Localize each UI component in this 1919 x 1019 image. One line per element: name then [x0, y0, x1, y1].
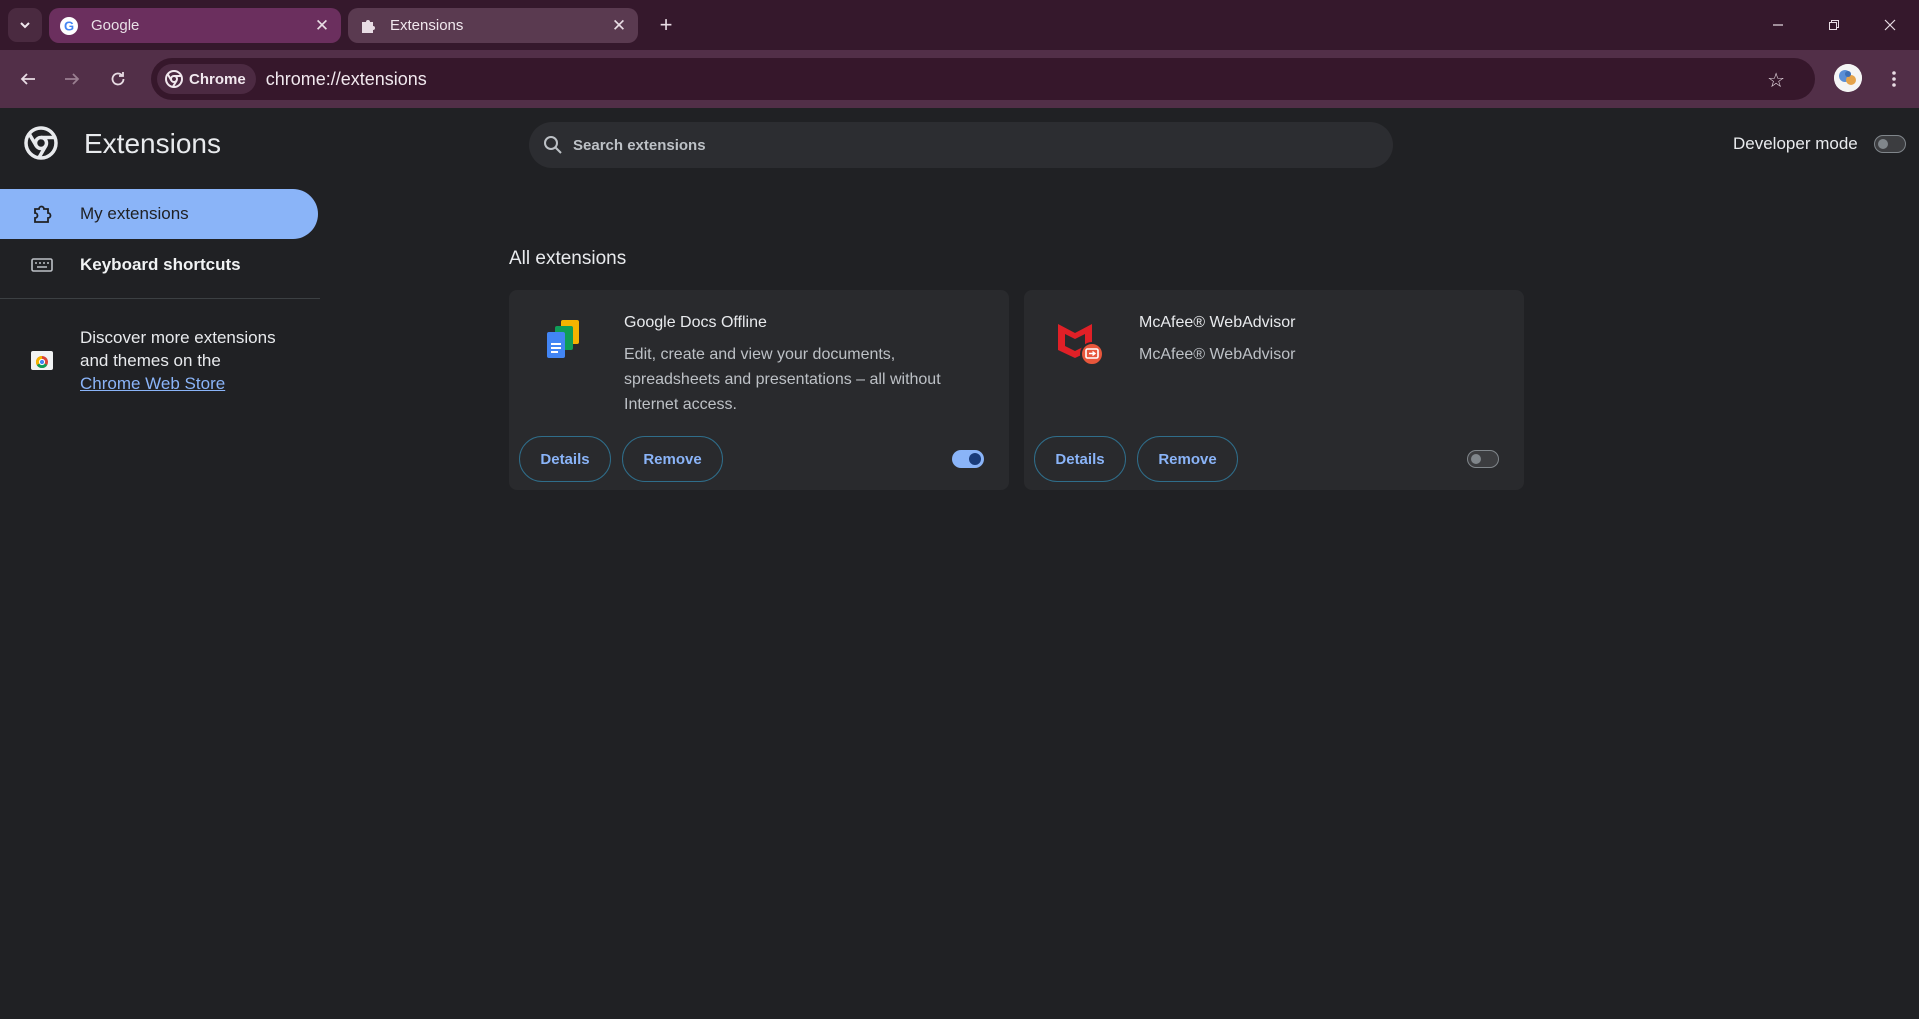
details-button[interactable]: Details [1034, 436, 1126, 482]
extension-icon [30, 203, 54, 225]
keyboard-icon [30, 257, 54, 273]
extension-name: Google Docs Offline [624, 314, 767, 331]
tab-title: Extensions [390, 17, 464, 34]
chrome-web-store-link[interactable]: Chrome Web Store [80, 374, 225, 393]
section-title: All extensions [509, 248, 627, 269]
more-vertical-icon [1892, 71, 1896, 87]
developer-mode-toggle[interactable] [1874, 135, 1906, 153]
tab-title: Google [91, 17, 140, 34]
search-icon [544, 136, 562, 154]
search-input[interactable]: Search extensions [529, 122, 1393, 168]
restore-icon [1829, 20, 1839, 30]
arrow-left-icon [20, 73, 35, 85]
mcafee-icon [1054, 316, 1106, 368]
developer-mode-label: Developer mode [1733, 134, 1858, 153]
details-button[interactable]: Details [519, 436, 611, 482]
extension-card: McAfee® WebAdvisor McAfee® WebAdvisor De… [1024, 290, 1524, 490]
chrome-logo-icon [24, 126, 58, 160]
extension-enable-toggle[interactable] [1467, 450, 1499, 468]
close-icon[interactable]: ✕ [313, 16, 331, 35]
web-store-icon [30, 348, 54, 372]
extensions-page: Extensions Search extensions Developer m… [0, 108, 1919, 1019]
url-text[interactable]: chrome://extensions [266, 69, 427, 90]
extension-enable-toggle[interactable] [952, 450, 984, 468]
close-icon[interactable]: ✕ [610, 16, 628, 35]
tab-google[interactable]: G Google ✕ [49, 8, 341, 43]
minimize-icon [1773, 24, 1783, 26]
extension-description: Edit, create and view your documents, sp… [624, 346, 941, 413]
back-button[interactable] [13, 64, 43, 94]
chevron-down-icon [20, 22, 30, 29]
extension-card: Google Docs Offline Edit, create and vie… [509, 290, 1009, 490]
google-docs-icon [539, 316, 591, 368]
close-icon [1884, 19, 1896, 31]
menu-button[interactable] [1880, 64, 1908, 94]
remove-button[interactable]: Remove [1137, 436, 1238, 482]
chrome-logo-icon [165, 70, 183, 88]
extension-description: McAfee® WebAdvisor [1139, 346, 1296, 363]
sidebar-item-label: Keyboard shortcuts [80, 255, 241, 274]
bookmark-star-icon[interactable]: ☆ [1767, 68, 1785, 93]
reload-icon [111, 72, 125, 86]
close-window-button[interactable] [1872, 10, 1908, 40]
svg-text:G: G [64, 18, 74, 33]
tab-extensions[interactable]: Extensions ✕ [348, 8, 638, 43]
sidebar-item-my-extensions[interactable]: My extensions [0, 189, 318, 239]
tab-strip: G Google ✕ Extensions ✕ + [0, 0, 1919, 50]
avatar[interactable] [1834, 64, 1862, 92]
discover-label: Discover more extensions and themes on t… [80, 328, 276, 370]
page-title: Extensions [84, 128, 221, 159]
search-placeholder: Search extensions [573, 136, 706, 154]
minimize-button[interactable] [1760, 10, 1796, 40]
new-tab-button[interactable]: + [652, 11, 680, 39]
extension-name: McAfee® WebAdvisor [1139, 314, 1296, 331]
arrow-right-icon [65, 73, 80, 85]
puzzle-icon [358, 16, 378, 36]
sidebar-item-keyboard-shortcuts[interactable]: Keyboard shortcuts [0, 240, 318, 290]
restore-button[interactable] [1816, 10, 1852, 40]
chrome-chip[interactable]: Chrome [157, 64, 256, 94]
address-bar[interactable]: Chrome chrome://extensions ☆ [151, 58, 1815, 100]
chip-label: Chrome [189, 70, 246, 88]
google-icon: G [59, 16, 79, 36]
reload-button[interactable] [103, 64, 133, 94]
forward-button[interactable] [57, 64, 87, 94]
discover-text: Discover more extensions and themes on t… [80, 326, 300, 395]
sidebar-divider [0, 298, 320, 299]
tab-search-button[interactable] [8, 8, 42, 42]
remove-button[interactable]: Remove [622, 436, 723, 482]
sidebar-item-label: My extensions [80, 204, 189, 223]
